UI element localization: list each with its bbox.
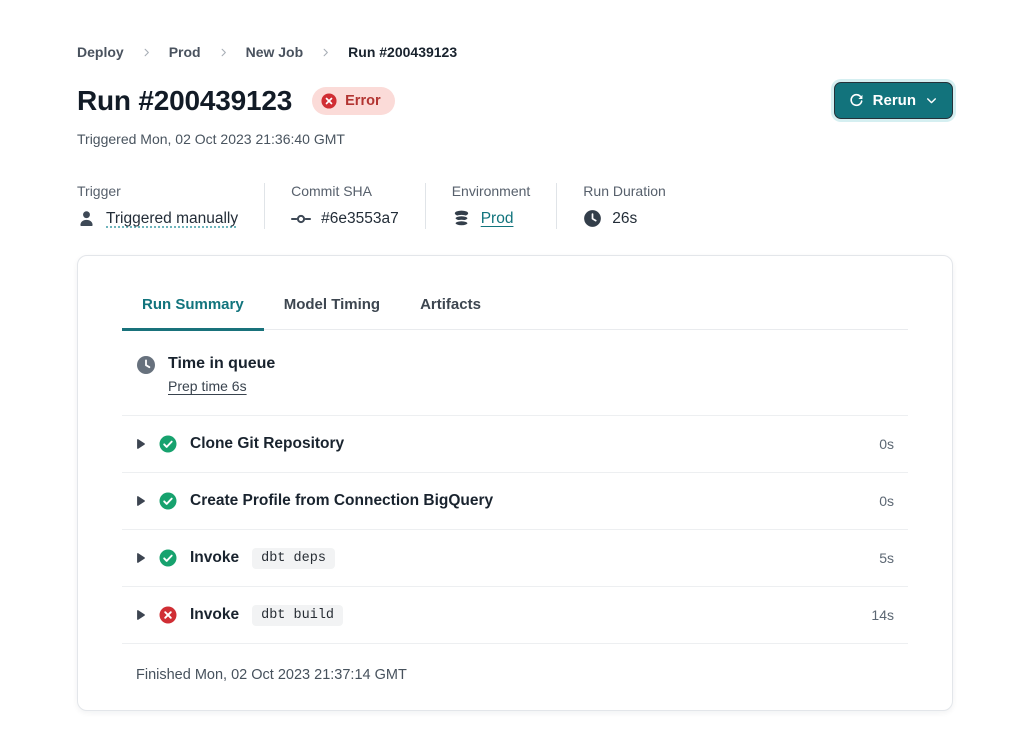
status-badge: Error: [312, 87, 394, 115]
meta-environment: Environment Prod: [452, 183, 558, 229]
run-detail-page: Deploy Prod New Job Run #200439123 Run #…: [0, 0, 1030, 229]
step-name: Clone Git Repository: [190, 435, 344, 453]
trigger-value[interactable]: Triggered manually: [106, 210, 238, 228]
caret-right-icon[interactable]: [136, 438, 146, 450]
page-title: Run #200439123: [77, 85, 292, 117]
breadcrumb: Deploy Prod New Job Run #200439123: [77, 44, 953, 60]
caret-right-icon[interactable]: [136, 609, 146, 621]
step-row-dbt-build[interactable]: Invoke dbt build 14s: [122, 586, 908, 643]
tab-model-timing[interactable]: Model Timing: [264, 296, 400, 331]
clock-icon: [583, 209, 602, 228]
triggered-timestamp: Triggered Mon, 02 Oct 2023 21:36:40 GMT: [77, 131, 953, 147]
run-summary-card: Run Summary Model Timing Artifacts Time …: [77, 255, 953, 711]
tab-run-summary[interactable]: Run Summary: [122, 296, 264, 331]
run-duration-value: 26s: [612, 210, 637, 228]
tab-bar: Run Summary Model Timing Artifacts: [122, 256, 908, 330]
command-chip: dbt deps: [252, 548, 335, 569]
chevron-right-icon: [218, 47, 229, 58]
step-name: Invoke: [190, 549, 239, 567]
meta-trigger: Trigger Triggered manually: [77, 183, 265, 229]
chevron-right-icon: [141, 47, 152, 58]
rerun-button[interactable]: Rerun: [834, 82, 953, 119]
chevron-down-icon: [925, 94, 938, 107]
environment-link[interactable]: Prod: [481, 210, 514, 228]
step-name: Create Profile from Connection BigQuery: [190, 492, 493, 510]
success-check-icon: [159, 549, 177, 567]
breadcrumb-prod[interactable]: Prod: [169, 44, 201, 60]
caret-right-icon[interactable]: [136, 495, 146, 507]
meta-trigger-label: Trigger: [77, 183, 238, 199]
step-name: Invoke: [190, 606, 239, 624]
step-duration: 0s: [879, 436, 894, 452]
success-check-icon: [159, 492, 177, 510]
chevron-right-icon: [320, 47, 331, 58]
command-chip: dbt build: [252, 605, 343, 626]
refresh-icon: [849, 93, 864, 108]
user-icon: [77, 209, 96, 228]
step-duration: 5s: [879, 550, 894, 566]
success-check-icon: [159, 435, 177, 453]
page-header: Run #200439123 Error Rerun: [77, 82, 953, 119]
step-row-dbt-deps[interactable]: Invoke dbt deps 5s: [122, 529, 908, 586]
meta-environment-label: Environment: [452, 183, 531, 199]
database-icon: [452, 209, 471, 228]
step-duration: 14s: [871, 607, 894, 623]
step-row-create-profile[interactable]: Create Profile from Connection BigQuery …: [122, 472, 908, 529]
status-badge-label: Error: [345, 93, 380, 109]
breadcrumb-deploy[interactable]: Deploy: [77, 44, 124, 60]
meta-commit-label: Commit SHA: [291, 183, 399, 199]
meta-commit-sha: Commit SHA #6e3553a7: [291, 183, 426, 229]
step-row-clone-git[interactable]: Clone Git Repository 0s: [122, 415, 908, 472]
prep-time-link[interactable]: Prep time 6s: [168, 378, 247, 394]
rerun-button-label: Rerun: [873, 92, 916, 109]
finished-timestamp: Finished Mon, 02 Oct 2023 21:37:14 GMT: [122, 643, 908, 710]
commit-sha-value: #6e3553a7: [321, 210, 399, 228]
error-circle-icon: [159, 606, 177, 624]
step-duration: 0s: [879, 493, 894, 509]
breadcrumb-current-run: Run #200439123: [348, 44, 457, 60]
meta-duration-label: Run Duration: [583, 183, 666, 199]
clock-icon: [136, 355, 156, 375]
time-in-queue-section: Time in queue Prep time 6s: [122, 330, 908, 415]
error-circle-icon: [321, 93, 337, 109]
commit-icon: [291, 209, 311, 229]
run-meta-row: Trigger Triggered manually Commit SHA #6…: [77, 183, 953, 229]
breadcrumb-new-job[interactable]: New Job: [246, 44, 304, 60]
caret-right-icon[interactable]: [136, 552, 146, 564]
tab-artifacts[interactable]: Artifacts: [400, 296, 501, 331]
meta-run-duration: Run Duration 26s: [583, 183, 692, 229]
queue-title: Time in queue: [168, 355, 275, 373]
